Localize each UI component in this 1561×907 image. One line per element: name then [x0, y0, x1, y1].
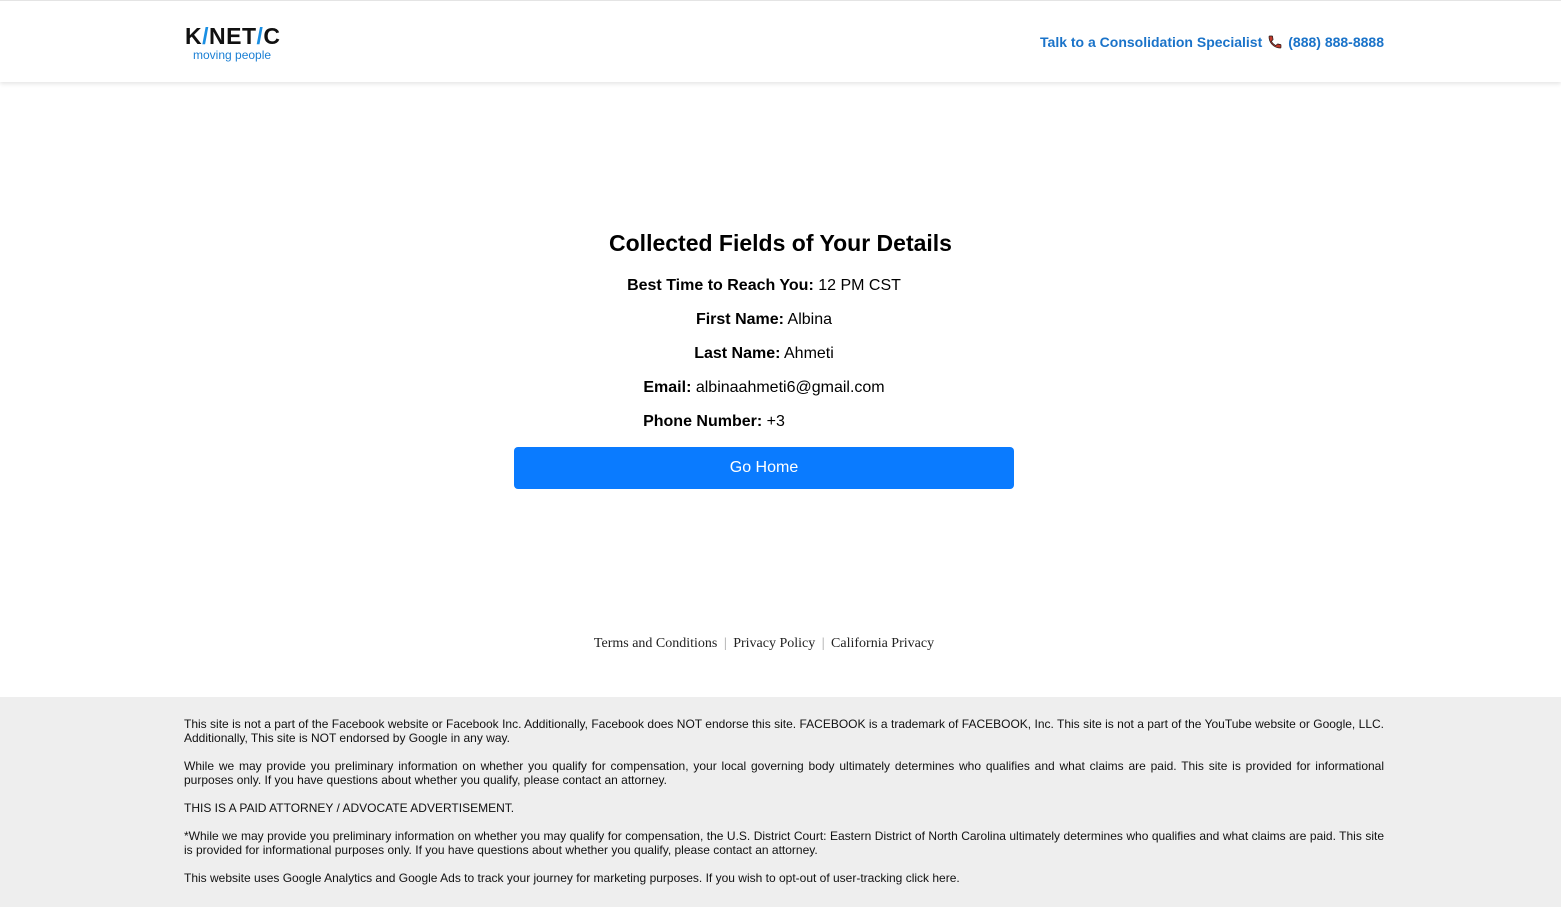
kinetic-logo[interactable]: K/NET/C moving people: [185, 23, 281, 61]
link-separator: |: [723, 636, 727, 651]
site-header: K/NET/C moving people Talk to a Consolid…: [0, 0, 1561, 82]
detail-value: Ahmeti: [784, 345, 834, 362]
detail-label: Phone Number:: [643, 413, 763, 430]
contact-phone-number: (888) 888-8888: [1288, 34, 1384, 50]
go-home-button[interactable]: Go Home: [514, 447, 1014, 489]
terms-link[interactable]: Terms and Conditions: [594, 636, 717, 651]
detail-value: +3: [766, 413, 785, 430]
detail-best-time: Best Time to Reach You: 12 PM CST: [0, 276, 1528, 296]
logo-part-2: NET: [209, 23, 257, 49]
disclaimer-compensation: While we may provide you preliminary inf…: [184, 759, 1384, 787]
privacy-policy-link[interactable]: Privacy Policy: [733, 636, 815, 651]
disclaimer-district-court: *While we may provide you preliminary in…: [184, 829, 1384, 857]
disclaimer-facebook-google: This site is not a part of the Facebook …: [184, 717, 1384, 745]
detail-last-name: Last Name: Ahmeti: [0, 344, 1528, 364]
link-separator: |: [821, 636, 825, 651]
logo-part-3: C: [263, 23, 281, 49]
detail-value: Albina: [787, 311, 833, 328]
logo-tagline: moving people: [193, 48, 272, 62]
detail-label: First Name:: [695, 311, 784, 328]
contact-label: Talk to a Consolidation Specialist: [1040, 34, 1263, 50]
california-privacy-link[interactable]: California Privacy: [831, 636, 934, 651]
page-title: Collected Fields of Your Details: [609, 230, 952, 256]
detail-label: Best Time to Reach You:: [627, 277, 814, 294]
phone-icon: [1267, 34, 1283, 50]
detail-label: Email:: [643, 379, 692, 396]
detail-value: 12 PM CST: [818, 277, 901, 294]
logo-slash-1: /: [202, 23, 210, 49]
detail-phone-number: Phone Number: +3: [0, 412, 1428, 432]
detail-email: Email: albinaahmeti6@gmail.com: [0, 378, 1528, 398]
disclaimer-paid-ad: THIS IS A PAID ATTORNEY / ADVOCATE ADVER…: [184, 801, 515, 815]
site-footer: This site is not a part of the Facebook …: [0, 697, 1561, 907]
disclaimer-tracking[interactable]: This website uses Google Analytics and G…: [184, 871, 1384, 885]
detail-first-name: First Name: Albina: [0, 310, 1528, 330]
detail-label: Last Name:: [694, 345, 781, 362]
legal-links: Terms and Conditions | Privacy Policy | …: [0, 636, 1528, 652]
logo-wordmark: K/NET/C: [185, 23, 281, 49]
footer-disclaimers: This site is not a part of the Facebook …: [184, 717, 1384, 899]
logo-part-1: K: [185, 23, 203, 49]
detail-value: albinaahmeti6@gmail.com: [695, 379, 885, 396]
header-contact[interactable]: Talk to a Consolidation Specialist (888)…: [1040, 34, 1384, 50]
page: K/NET/C moving people Talk to a Consolid…: [0, 0, 1561, 907]
